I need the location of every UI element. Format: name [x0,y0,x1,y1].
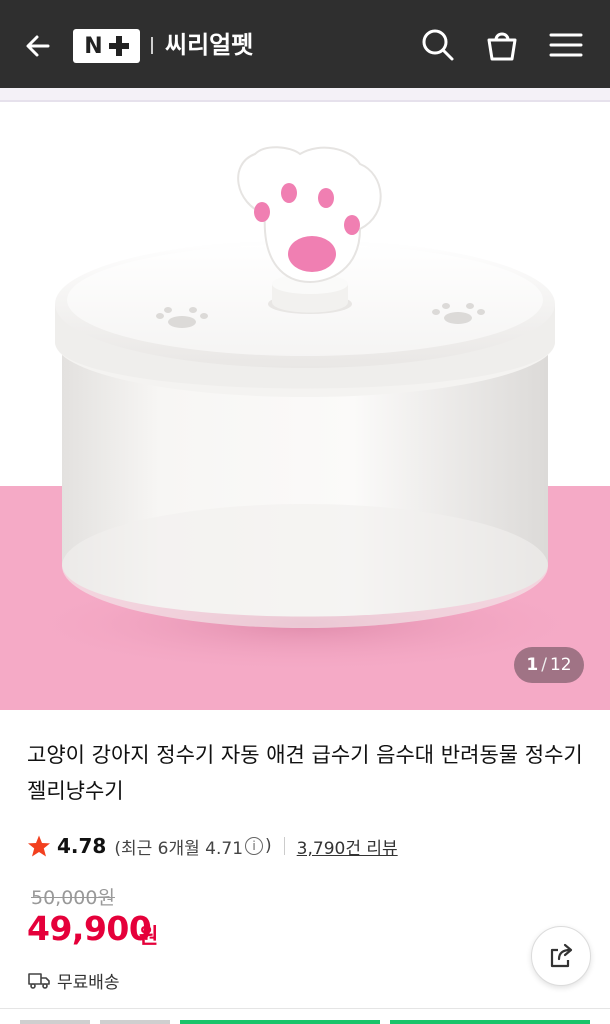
truck-icon [28,973,50,989]
plus-icon [108,36,129,56]
header-divider [0,88,610,102]
store-name[interactable]: 씨리얼펫 [165,29,253,61]
shipping-row: 무료배송 [27,966,120,994]
star-icon [28,835,50,857]
water-fountain-illustration [0,104,610,710]
rating-score: 4.78 [57,834,107,858]
gallery-current: 1 [526,655,539,675]
search-icon[interactable] [421,28,455,62]
product-image[interactable] [0,104,610,710]
original-price: 50,000원 [31,887,115,909]
gallery-total: 12 [549,655,572,675]
logo-letter: N [84,33,103,59]
price-currency: 원 [139,924,159,948]
logo-divider [151,37,153,54]
rating-divider [283,837,285,855]
bottom-tab-strip-mid [100,1020,170,1024]
product-title: 고양이 강아지 정수기 자동 애견 급수기 음수대 반려동물 정수기 젤리냥수기 [27,743,583,803]
recent-rating-close: ) [265,836,272,856]
section-divider [0,1008,610,1009]
shipping-label: 무료배송 [57,972,120,993]
menu-icon[interactable] [549,28,583,62]
sale-price: 49,900 [27,909,152,948]
rating-row: 4.78 (최근 6개월 4.71 i ) 3,790건 리뷰 [27,830,398,862]
back-arrow-icon[interactable] [22,30,54,62]
bottom-tab-strip-left [20,1020,90,1024]
review-count-link[interactable]: 3,790건 리뷰 [297,834,398,859]
store-logo[interactable]: N [73,29,140,63]
share-icon [550,943,573,968]
gallery-separator: / [541,655,547,675]
bottom-tab-strip-green-2 [390,1020,590,1024]
app-header: N 씨리얼펫 [0,0,610,88]
info-icon[interactable]: i [245,837,264,855]
share-button[interactable] [531,926,591,986]
gallery-counter: 1 / 12 [514,647,584,683]
bottom-tab-strip-green-1 [180,1020,380,1024]
recent-rating-text: (최근 6개월 4.71 [114,838,244,859]
shopping-bag-icon[interactable] [485,28,519,62]
